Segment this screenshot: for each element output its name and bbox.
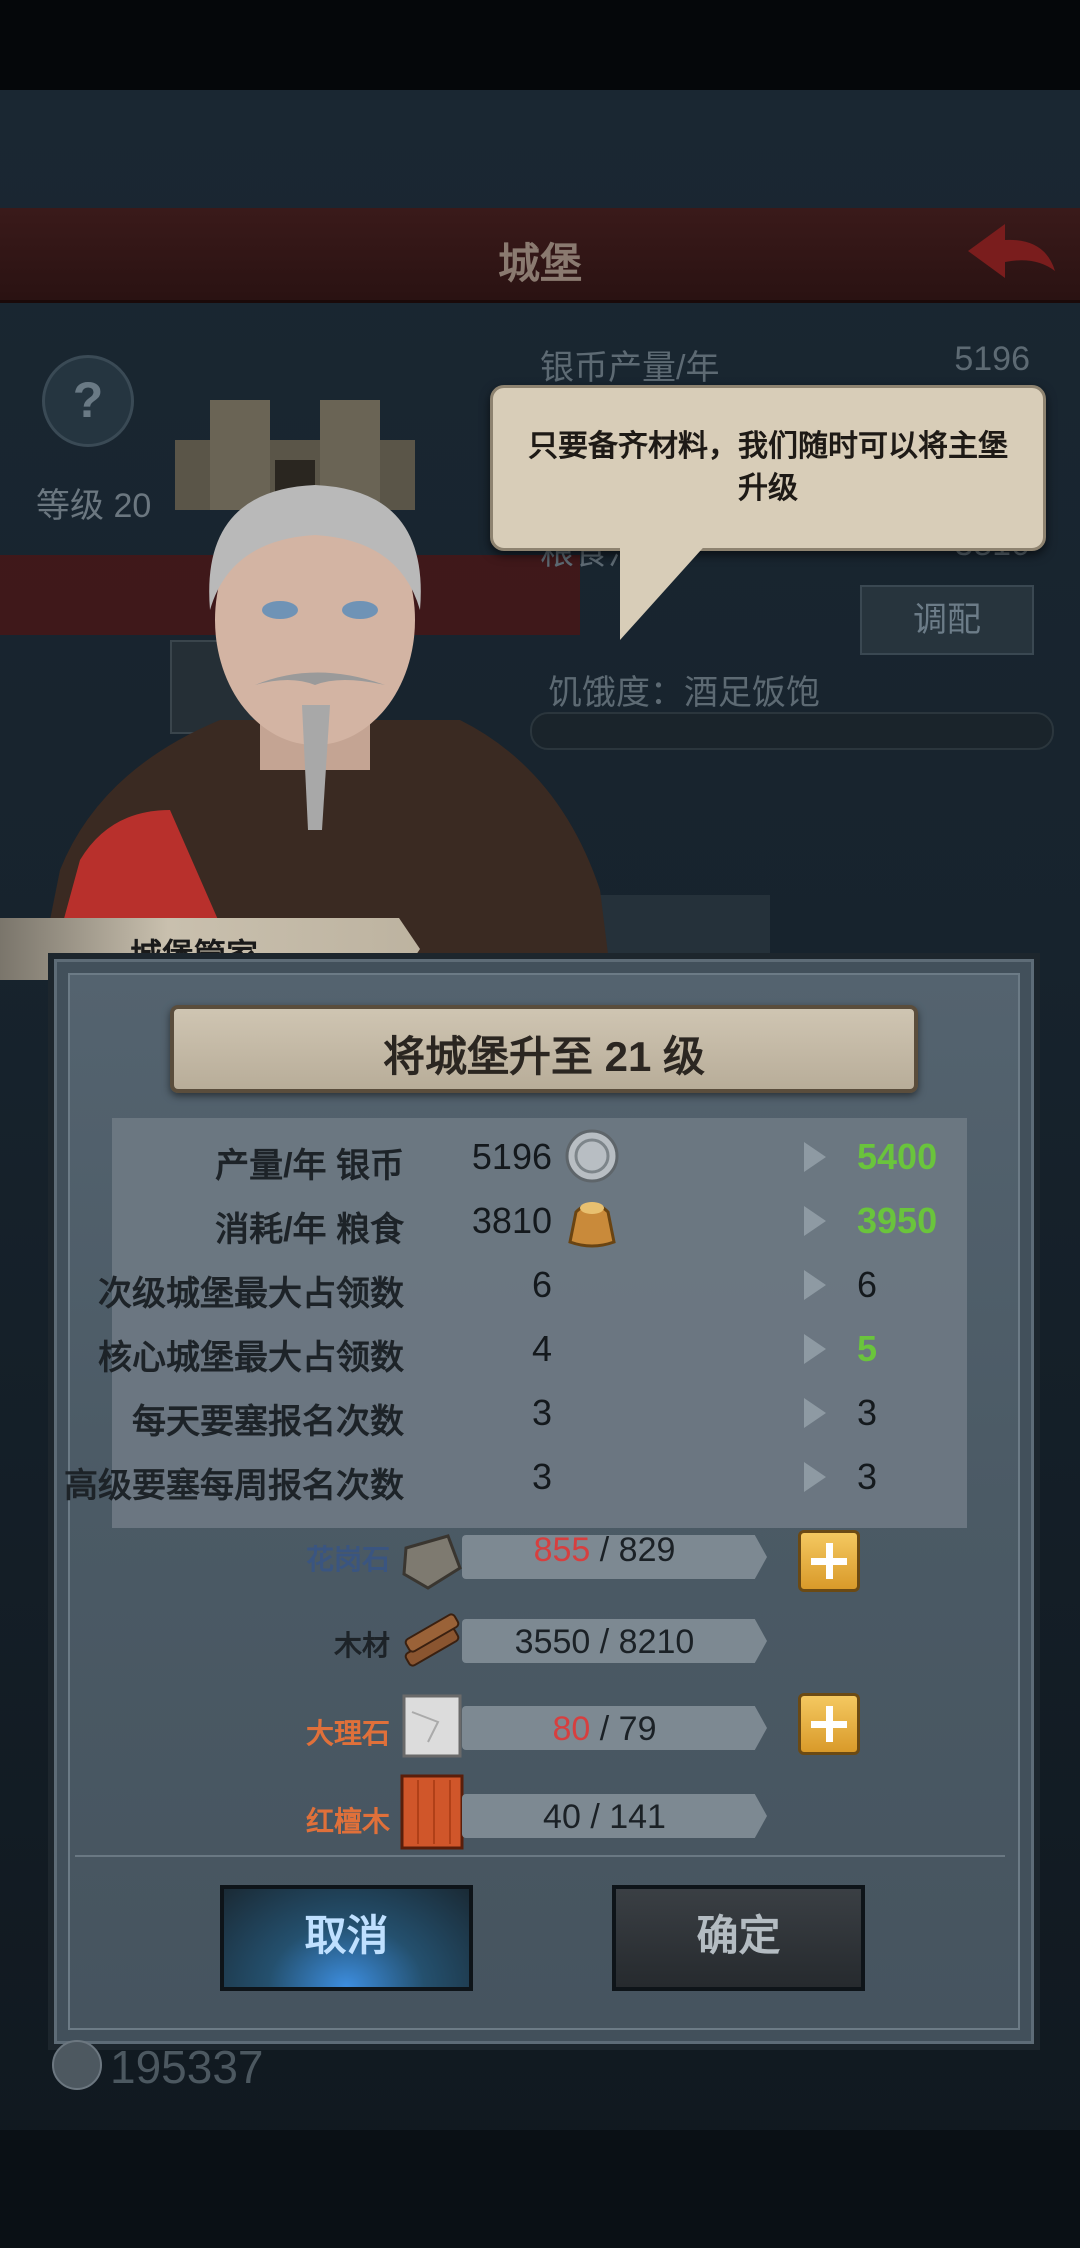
- material-progress-bar: 855 / 829: [462, 1535, 767, 1579]
- stat-label: 次级城堡最大占领数: [98, 1275, 404, 1313]
- material-progress-bar: 40 / 141: [462, 1794, 767, 1838]
- stat-current: 3: [531, 1392, 552, 1433]
- stat-label: 核心城堡最大占领数: [98, 1339, 404, 1377]
- add-material-button[interactable]: [798, 1693, 860, 1755]
- silver-output-label: 银币产量/年: [540, 349, 720, 387]
- cancel-button[interactable]: 取消: [220, 1885, 473, 1991]
- material-progress-bar: 80 / 79: [462, 1706, 767, 1750]
- material-need: 829: [618, 1531, 676, 1569]
- material-have: 40: [543, 1798, 581, 1836]
- arrow-right-icon: [804, 1398, 826, 1428]
- material-need: 79: [618, 1710, 657, 1748]
- stat-next: 3: [857, 1392, 878, 1433]
- material-separator: /: [599, 1710, 610, 1748]
- add-material-button[interactable]: [798, 1530, 860, 1592]
- silver-coin-icon: [52, 2040, 102, 2090]
- silver-coin-icon: [565, 1129, 619, 1183]
- castle-header: 城堡: [0, 208, 1080, 303]
- stat-next: 5: [857, 1328, 878, 1369]
- arrow-right-icon: [804, 1142, 826, 1172]
- grain-sack-icon: [568, 1202, 616, 1248]
- arrow-right-icon: [804, 1270, 826, 1300]
- material-separator: /: [590, 1798, 600, 1836]
- silver-output-value: 5196: [954, 340, 1030, 378]
- silver-balance: 195337: [110, 2041, 264, 2093]
- confirm-button[interactable]: 确定: [612, 1885, 865, 1991]
- stat-next: 3: [857, 1456, 878, 1497]
- steward-portrait: [40, 485, 610, 970]
- material-name: 大理石: [305, 1718, 390, 1749]
- divider: [75, 1855, 1005, 1857]
- material-name: 花岗石: [305, 1544, 390, 1575]
- arrow-right-icon: [804, 1206, 826, 1236]
- granite-icon: [402, 1534, 462, 1590]
- material-name: 红檀木: [305, 1806, 390, 1837]
- dialog-title: 将城堡升至 21 级: [382, 1033, 706, 1080]
- stats-front: 产量/年 银币 5196 5400 消耗/年 粮食 3810 3950 次级城堡…: [64, 1118, 967, 1528]
- material-progress-bar: 3550 / 8210: [462, 1619, 767, 1663]
- redwood-icon: [400, 1774, 464, 1850]
- material-separator: /: [599, 1531, 610, 1569]
- speech-bubble-tail: [620, 540, 710, 640]
- stat-next: 5400: [857, 1136, 938, 1177]
- bottom-bar: [0, 2130, 1080, 2248]
- dialog-title-plate: 将城堡升至 21 级: [170, 1005, 918, 1093]
- stat-next: 3950: [857, 1200, 938, 1241]
- stat-current: 4: [531, 1328, 552, 1369]
- material-have: 80: [552, 1710, 591, 1748]
- back-arrow-icon[interactable]: [960, 216, 1060, 286]
- material-separator: /: [599, 1623, 610, 1661]
- stat-current: 6: [531, 1264, 552, 1305]
- marble-icon: [402, 1694, 462, 1758]
- material-have: 855: [533, 1531, 591, 1569]
- material-name: 木材: [333, 1630, 390, 1661]
- material-need: 141: [609, 1798, 666, 1836]
- arrow-right-icon: [804, 1462, 826, 1492]
- material-need: 8210: [618, 1623, 695, 1661]
- stat-label: 每天要塞报名次数: [132, 1403, 404, 1441]
- stat-current: 3810: [471, 1200, 552, 1241]
- adjust-button[interactable]: 调配: [860, 585, 1034, 655]
- stat-next: 6: [857, 1264, 878, 1305]
- stat-label: 高级要塞每周报名次数: [64, 1467, 404, 1505]
- stat-current: 5196: [471, 1136, 552, 1177]
- page-title: 城堡: [497, 240, 582, 287]
- arrow-right-icon: [804, 1334, 826, 1364]
- material-have: 3550: [514, 1623, 591, 1661]
- stat-label: 消耗/年 粮食: [215, 1211, 404, 1249]
- status-bar: [0, 0, 1080, 90]
- help-icon[interactable]: ?: [42, 355, 134, 447]
- background-tab: [590, 895, 770, 955]
- stat-label: 产量/年 银币: [215, 1147, 404, 1185]
- wood-icon: [404, 1613, 460, 1667]
- stat-current: 3: [531, 1456, 552, 1497]
